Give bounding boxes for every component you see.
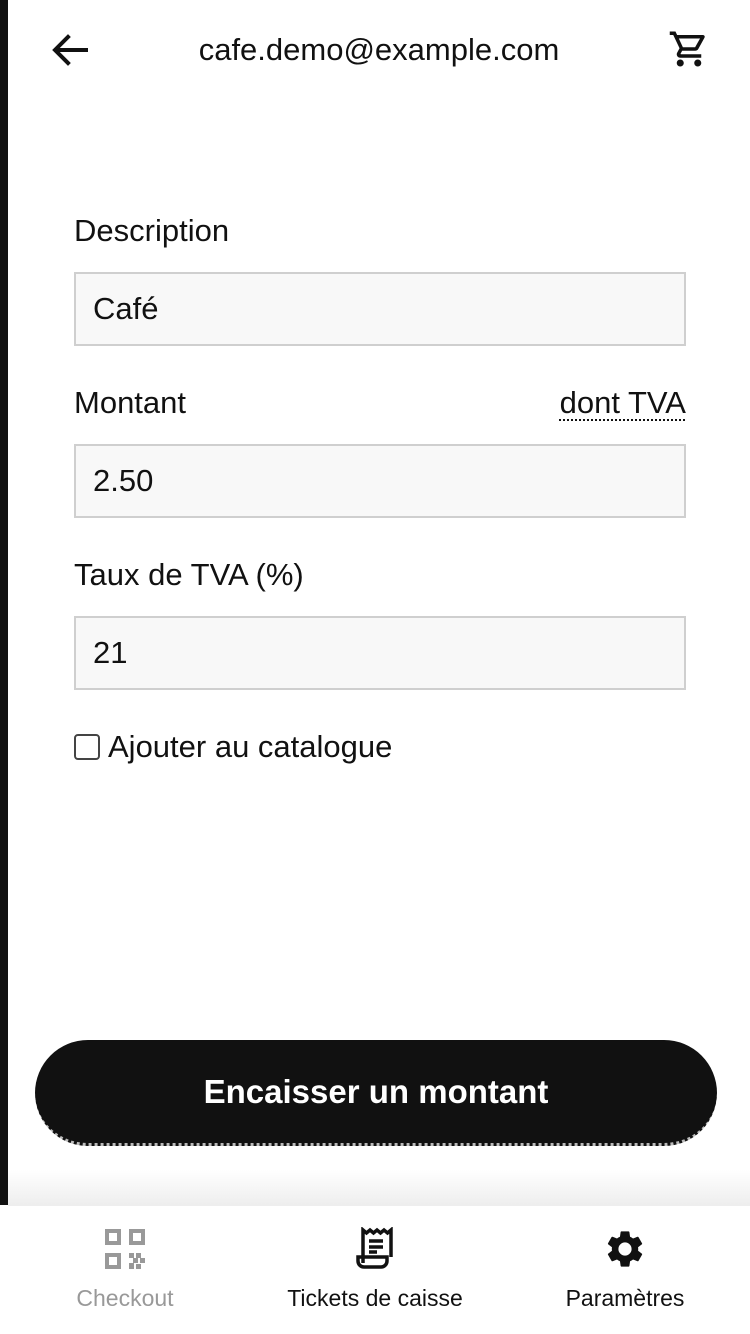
nav-item-receipts[interactable]: Tickets de caisse — [250, 1206, 500, 1334]
vat-included-link[interactable]: dont TVA — [560, 383, 686, 423]
nav-item-checkout[interactable]: Checkout — [0, 1206, 250, 1334]
nav-shadow — [8, 1170, 750, 1206]
gear-icon — [602, 1226, 648, 1272]
amount-input[interactable] — [74, 444, 686, 518]
qr-code-icon — [102, 1226, 148, 1272]
description-label: Description — [74, 213, 230, 248]
app-header: cafe.demo@example.com — [8, 0, 750, 100]
receipt-icon — [352, 1226, 398, 1272]
description-input[interactable] — [74, 272, 686, 346]
left-edge-bar — [0, 0, 8, 1205]
vat-rate-label: Taux de TVA (%) — [74, 557, 304, 592]
cart-button[interactable] — [664, 26, 714, 76]
add-to-catalog-label: Ajouter au catalogue — [108, 729, 393, 764]
vat-rate-input[interactable] — [74, 616, 686, 690]
charge-amount-button[interactable]: Encaisser un montant — [35, 1040, 717, 1146]
amount-label: Montant — [74, 385, 187, 420]
account-email: cafe.demo@example.com — [198, 32, 560, 67]
bottom-navigation: Checkout Tickets de caisse Paramètres — [0, 1206, 750, 1334]
nav-label-receipts: Tickets de caisse — [287, 1285, 463, 1311]
nav-label-settings: Paramètres — [565, 1285, 685, 1311]
cart-icon — [668, 28, 710, 75]
add-to-catalog-checkbox[interactable] — [74, 734, 100, 760]
nav-item-settings[interactable]: Paramètres — [500, 1206, 750, 1334]
nav-label-checkout: Checkout — [76, 1285, 174, 1311]
add-to-catalog-row[interactable]: Ajouter au catalogue — [74, 727, 392, 767]
